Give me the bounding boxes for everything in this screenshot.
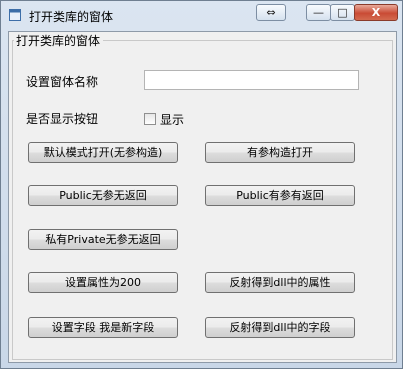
public-param-return-button[interactable]: Public有参有返回 (205, 185, 355, 206)
set-field-button[interactable]: 设置字段 我是新字段 (28, 317, 178, 338)
default-open-button[interactable]: 默认模式打开(无参构造) (28, 142, 178, 163)
group-box-title: 打开类库的窗体 (14, 32, 104, 49)
swap-icon[interactable]: ⇔ (256, 4, 286, 21)
form-name-input[interactable] (144, 70, 359, 90)
app-window-icon (9, 9, 21, 21)
close-button[interactable]: X (354, 4, 398, 21)
client-area: 打开类库的窗体 设置窗体名称 是否显示按钮 显示 默认模式打开(无参构造) 有参… (8, 31, 397, 363)
show-checkbox[interactable] (144, 113, 156, 125)
main-window: 打开类库的窗体 ⇔ — □ X 打开类库的窗体 设置窗体名称 是否显示按钮 显示… (0, 0, 403, 369)
reflect-field-button[interactable]: 反射得到dll中的字段 (205, 317, 355, 338)
group-box: 打开类库的窗体 设置窗体名称 是否显示按钮 显示 默认模式打开(无参构造) 有参… (12, 32, 393, 360)
set-property-button[interactable]: 设置属性为200 (28, 272, 178, 293)
private-no-param-button[interactable]: 私有Private无参无返回 (28, 229, 178, 250)
show-checkbox-label[interactable]: 显示 (160, 111, 184, 128)
reflect-property-button[interactable]: 反射得到dll中的属性 (205, 272, 355, 293)
form-name-label: 设置窗体名称 (26, 75, 99, 89)
title-bar[interactable]: 打开类库的窗体 ⇔ — □ X (1, 1, 404, 31)
param-open-button[interactable]: 有参构造打开 (205, 142, 355, 163)
public-no-param-button[interactable]: Public无参无返回 (28, 185, 178, 206)
maximize-button[interactable]: □ (330, 4, 355, 21)
show-button-label: 是否显示按钮 (26, 112, 99, 126)
window-title: 打开类库的窗体 (29, 10, 114, 24)
minimize-button[interactable]: — (306, 4, 331, 21)
